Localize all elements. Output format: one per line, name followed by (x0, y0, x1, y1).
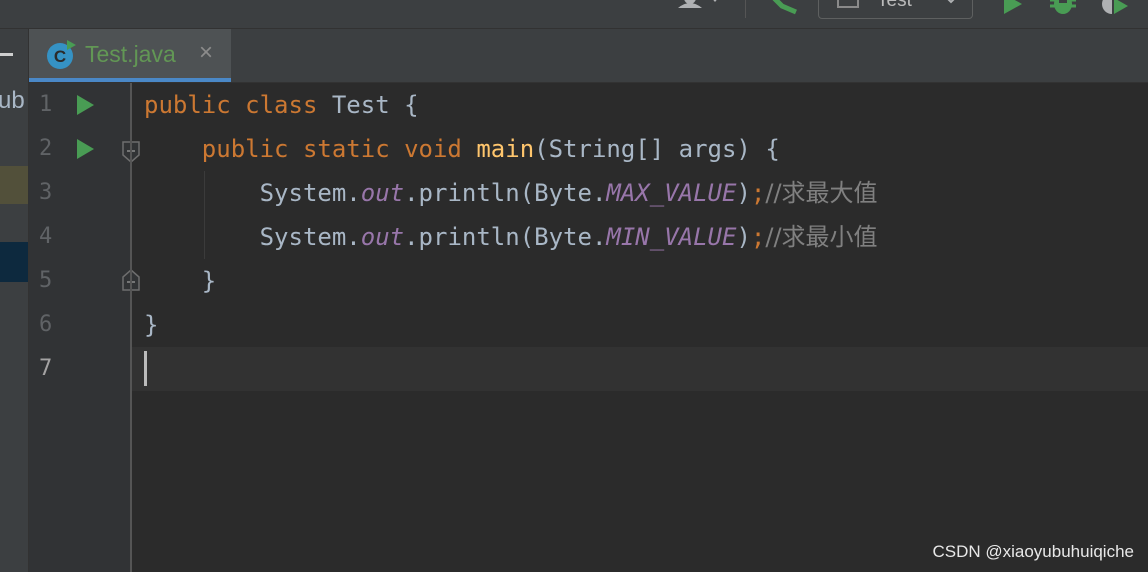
editor-gutter: 1 2 3 4 5 6 7 (29, 83, 140, 572)
code-line-3: System.out.println(Byte.MAX_VALUE);//求最大… (259, 179, 878, 207)
run-icon[interactable] (1000, 0, 1024, 14)
code-line-2: public static void main(String[] args) { (201, 135, 780, 163)
text-caret (144, 351, 147, 386)
run-class-gutter-icon[interactable] (76, 95, 94, 115)
minimize-panel-icon[interactable] (0, 53, 13, 56)
line-number: 1 (39, 92, 53, 117)
close-tab-icon[interactable]: × (199, 39, 213, 67)
project-tree-highlight (0, 166, 28, 204)
code-line-6: } (144, 311, 159, 339)
project-tree-text: ub (0, 87, 25, 114)
java-class-icon: C (47, 40, 76, 69)
run-main-gutter-icon[interactable] (76, 139, 94, 159)
line-number: 5 (39, 268, 53, 293)
build-hammer-icon[interactable] (772, 0, 798, 16)
toolbar-separator (745, 0, 746, 18)
current-line-highlight (132, 347, 1148, 391)
editor-tab-bar: C Test.java × (29, 29, 1148, 83)
code-line-5: } (201, 267, 217, 295)
debug-bug-icon[interactable] (1048, 0, 1078, 16)
project-tree-selection (0, 242, 28, 282)
toolbar: Test (0, 0, 1148, 29)
run-configuration-selector[interactable]: Test (818, 0, 973, 19)
code-line-4: System.out.println(Byte.MIN_VALUE);//求最小… (259, 223, 878, 251)
user-dropdown-icon[interactable] (676, 0, 720, 16)
gutter-separator (130, 83, 132, 572)
tab-label: Test.java (85, 41, 176, 67)
line-number: 4 (39, 224, 53, 249)
run-with-coverage-icon[interactable] (1098, 0, 1130, 16)
code-line-1: public class Test { (144, 91, 419, 119)
svg-text:C: C (54, 47, 66, 66)
code-editor[interactable]: 1 2 3 4 5 6 7 public class Test { public… (29, 83, 1148, 572)
watermark: CSDN @xiaoyubuhuiqiche (932, 542, 1134, 561)
run-config-label: Test (877, 0, 912, 11)
run-config-icon (837, 0, 859, 8)
tab-test-java[interactable]: C Test.java × (29, 29, 231, 82)
chevron-down-icon (947, 0, 955, 4)
line-number: 3 (39, 180, 53, 205)
line-number-current: 7 (39, 356, 53, 381)
line-number: 2 (39, 136, 53, 161)
project-panel-edge: ub (0, 29, 29, 572)
line-number: 6 (39, 312, 53, 337)
